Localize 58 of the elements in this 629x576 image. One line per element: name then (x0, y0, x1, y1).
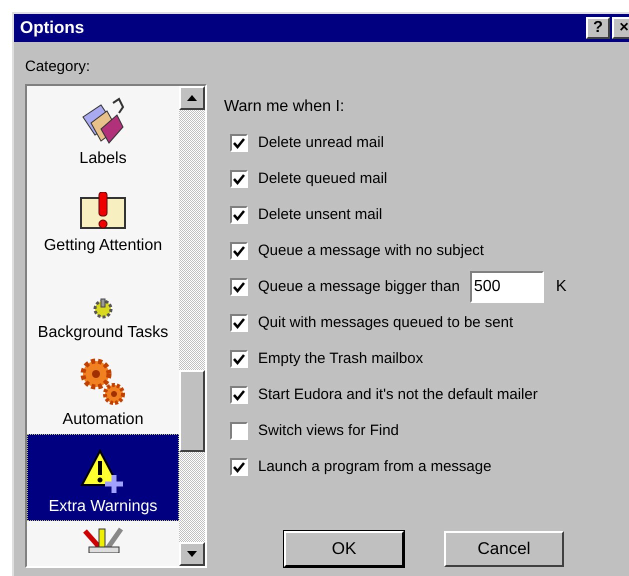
category-label-text: Extra Warnings (48, 497, 158, 517)
category-item[interactable]: Automation (27, 347, 179, 434)
checkbox[interactable] (230, 170, 248, 188)
unit-label: K (556, 277, 566, 297)
group-label: Warn me when I: (224, 97, 346, 117)
checkbox[interactable] (230, 422, 248, 440)
tools-icon (81, 527, 125, 553)
checkbox[interactable] (230, 242, 248, 260)
check-icon (233, 138, 245, 148)
category-label-text: Automation (62, 410, 144, 430)
cancel-button[interactable]: Cancel (444, 531, 564, 567)
category-item[interactable]: Background Tasks (27, 260, 179, 347)
checkbox[interactable] (230, 458, 248, 476)
checkbox[interactable] (230, 278, 248, 296)
checkbox[interactable] (230, 350, 248, 368)
check-icon (233, 210, 245, 220)
category-item[interactable]: Getting Attention (27, 173, 179, 260)
down-arrow-icon (187, 551, 197, 557)
check-icon (233, 462, 245, 472)
warning-icon (80, 449, 126, 493)
option-label[interactable]: Start Eudora and it's not the default mailer (258, 384, 538, 406)
category-label-text: Labels (79, 149, 127, 169)
category-item[interactable]: Labels (27, 86, 179, 173)
category-label-text: Getting Attention (44, 236, 162, 256)
scrollbar[interactable] (179, 86, 205, 566)
option-label[interactable]: Delete unread mail (258, 132, 384, 154)
option-label[interactable]: Queue a message with no subject (258, 240, 484, 262)
ok-button[interactable]: OK (284, 531, 404, 567)
option-label[interactable]: Switch views for Find (258, 420, 399, 442)
scroll-down-button[interactable] (179, 542, 205, 566)
check-icon (233, 390, 245, 400)
checkbox[interactable] (230, 386, 248, 404)
check-icon (233, 318, 245, 328)
option-label[interactable]: Queue a message bigger than (258, 276, 460, 298)
size-field[interactable]: 500 (470, 271, 544, 303)
checkbox[interactable] (230, 314, 248, 332)
scroll-up-button[interactable] (179, 86, 205, 110)
option-label[interactable]: Delete unsent mail (258, 204, 382, 226)
option-label[interactable]: Empty the Trash mailbox (258, 348, 424, 370)
alert-letter-icon (79, 192, 127, 232)
category-label-text: Background Tasks (38, 323, 168, 343)
up-arrow-icon (187, 95, 197, 101)
checkbox[interactable] (230, 206, 248, 224)
check-icon (233, 246, 245, 256)
option-label[interactable]: Quit with messages queued to be sent (258, 312, 514, 334)
close-button[interactable]: × (612, 17, 629, 39)
scroll-thumb[interactable] (179, 370, 205, 452)
check-icon (233, 354, 245, 364)
check-icon (233, 282, 245, 292)
check-icon (233, 174, 245, 184)
window-title: Options (20, 17, 84, 40)
category-label: Category: (25, 58, 92, 76)
help-button[interactable]: ? (586, 17, 610, 39)
category-item[interactable]: Extra Warnings (27, 434, 179, 521)
gears-icon (78, 356, 128, 406)
checkbox[interactable] (230, 134, 248, 152)
option-label[interactable]: Launch a program from a message (258, 456, 492, 478)
option-label[interactable]: Delete queued mail (258, 168, 388, 190)
